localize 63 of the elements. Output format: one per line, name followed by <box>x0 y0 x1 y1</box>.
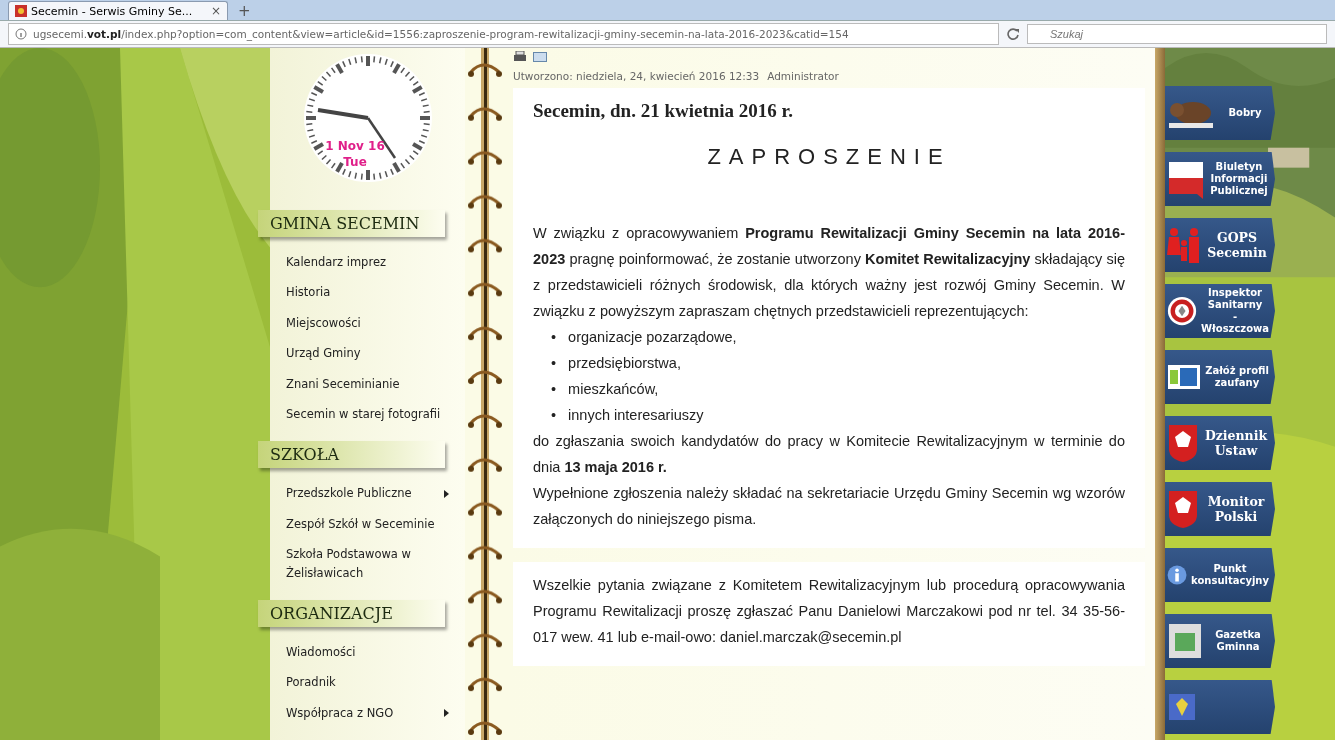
family-icon <box>1167 225 1201 265</box>
author-name: Administrator <box>767 70 839 82</box>
link-banner[interactable]: Gazetka Gminna <box>1165 614 1275 668</box>
menu-item[interactable]: Szkoła Podstawowa w Żelisławicach <box>270 539 465 588</box>
menu-item[interactable]: Miejscowości <box>270 307 465 339</box>
menu-heading: ORGANIZACJE <box>258 599 445 627</box>
menu-item[interactable]: Historia <box>270 277 465 308</box>
list-item: organizacje pozarządowe, <box>568 328 737 347</box>
menu-heading: SZKOŁA <box>258 441 445 469</box>
site-icon <box>15 5 27 17</box>
list-item: innych interesariuszy <box>568 406 704 425</box>
paragraph: Wypełnione zgłoszenia należy składać na sekretariacie Urzędu Gminy Secemin wg wzorów załączonych do niniejszego pisma. <box>533 484 1125 529</box>
menu-item[interactable]: Wiadomości <box>270 636 465 668</box>
coat-of-arms-icon <box>1167 692 1197 722</box>
emblem-icon <box>1167 294 1197 328</box>
email-icon[interactable] <box>533 52 547 62</box>
bullet: • <box>551 406 557 425</box>
url-text: ugsecemi.vot.pl/index.php?option=com_content&view=article&id=1556:zaproszenie-program-rewitalizacji-gminy-secemin-na-lata-2016-2023&catid=154 <box>33 28 849 40</box>
menu-item[interactable]: Współpraca z NGO <box>270 697 465 729</box>
printer-icon[interactable] <box>513 51 527 63</box>
link-banner[interactable]: Załóż profil zaufany <box>1165 350 1275 404</box>
link-banner[interactable]: Punkt konsultacyjny <box>1165 548 1275 602</box>
link-banner[interactable]: Biuletyn Informacji Publicznej <box>1165 152 1275 206</box>
tab-title: Secemin - Serwis Gminy Se... <box>31 4 194 18</box>
newspaper-icon <box>1167 621 1203 661</box>
link-banner[interactable]: GOPS Secemin <box>1165 218 1275 272</box>
menu-item[interactable]: Znani Seceminianie <box>270 368 465 399</box>
link-banner[interactable]: Monitor Polski <box>1165 482 1275 536</box>
menu-heading: GMINA SECEMIN <box>258 210 445 237</box>
article-heading: ZAPROSZENIE <box>706 144 952 170</box>
menu-item[interactable]: Poradnik <box>270 667 465 698</box>
menu-item[interactable]: Urząd Gminy <box>270 338 465 369</box>
address-bar[interactable]: ugsecemi.vot.pl/index.php?option=com_content&view=article&id=1556:zaproszenie-program-rewitalizacji-gminy-secemin-na-lata-2016-2023&catid=154 <box>8 23 999 45</box>
browser-tab[interactable]: Secemin - Serwis Gminy Se... × <box>8 1 228 20</box>
paragraph: W związku z opracowywaniem Programu Rewitalizacji Gminy Secemin na lata 2016-2023 pragnę poinformować, że zostanie utworzony Komitet Rewitalizacyjny składający się z przedstawicieli różnych środowisk, dla których ważny jest rozwój Gminy Secemin. W związku z powyższym zapraszam chętnych przedstawicieli reprezentujących: <box>533 224 1125 321</box>
clock-day: Tue <box>342 155 367 169</box>
document-icon <box>1167 159 1205 199</box>
clock-date: 1 Nov 16 <box>324 139 385 153</box>
list-item: przedsiębiorstwa, <box>568 354 681 373</box>
link-banner[interactable] <box>1165 680 1275 734</box>
reload-icon[interactable] <box>1005 26 1021 42</box>
new-tab-button[interactable]: + <box>228 2 261 20</box>
created-date: Utworzono: niedziela, 24, kwiecień 2016 12:33 <box>513 70 760 82</box>
bullet: • <box>551 328 557 347</box>
bullet: • <box>551 354 557 373</box>
list-item: mieszkańców, <box>568 380 659 399</box>
search-field[interactable]: Szukaj <box>1027 24 1327 44</box>
paragraph: do zgłaszania swoich kandydatów do pracy w Komitecie Rewitalizacyjnym w terminie do dnia 13 maja 2016 r. <box>533 432 1125 477</box>
link-banner[interactable]: Bobry <box>1165 86 1275 140</box>
link-banner[interactable]: Inspektor Sanitarny - Włoszczowa <box>1165 284 1275 338</box>
paragraph: Wszelkie pytania związane z Komitetem Rewitalizacyjnym lub procedurą opracowywania Programu Rewitalizacji proszę zgłaszać Panu Danielowi Marczakowi pod nr tel. 34 35-56-017 wew. 41 lub e-mail-owo: daniel.marczak@secemin.pl <box>533 576 1125 647</box>
menu-item[interactable]: Secemin w starej fotografii <box>270 398 465 430</box>
menu-item[interactable]: Przedszkole Publiczne <box>270 478 465 509</box>
close-tab-button[interactable]: × <box>210 4 221 18</box>
info-icon <box>15 28 27 40</box>
eagle-emblem-icon <box>1167 489 1199 529</box>
bullet: • <box>551 380 557 399</box>
profile-icon <box>1167 362 1201 392</box>
link-banner[interactable]: Dziennik Ustaw <box>1165 416 1275 470</box>
place-date: Secemin, dn. 21 kwietnia 2016 r. <box>533 99 795 123</box>
menu-item[interactable]: Kalendarz imprez <box>270 247 465 278</box>
menu-item[interactable]: Zespół Szkół w Seceminie <box>270 508 465 540</box>
eagle-emblem-icon <box>1167 423 1199 463</box>
